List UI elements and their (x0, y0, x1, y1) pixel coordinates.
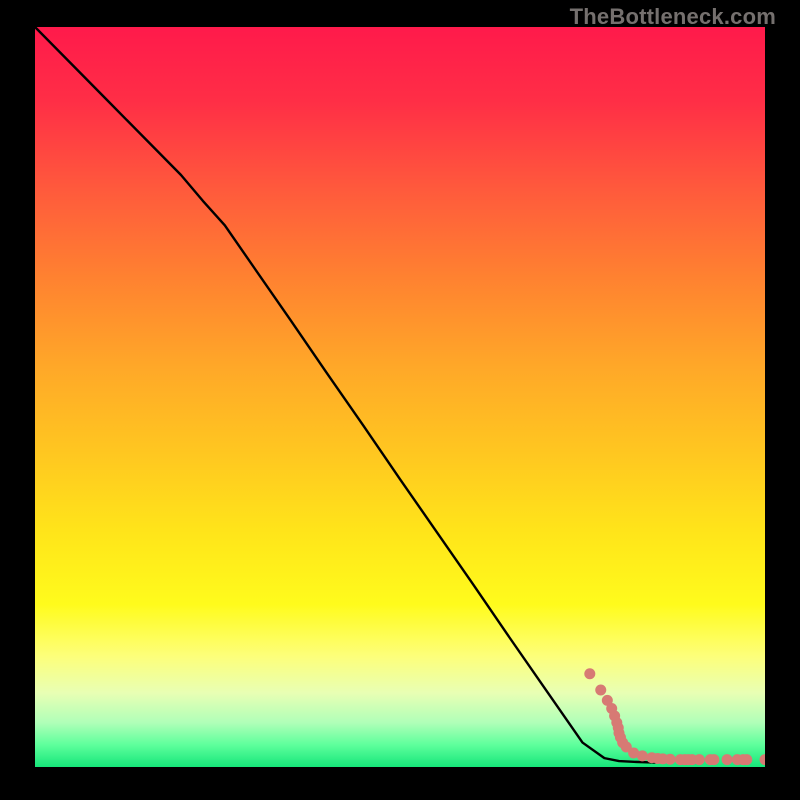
scatter-point (595, 685, 606, 696)
watermark-text: TheBottleneck.com (570, 4, 776, 30)
scatter-point (694, 754, 705, 765)
scatter-point (760, 754, 766, 765)
scatter-point (665, 754, 676, 765)
chart-frame: TheBottleneck.com (0, 0, 800, 800)
scatter-points (584, 668, 765, 765)
scatter-point (584, 668, 595, 679)
scatter-point (722, 754, 733, 765)
scatter-point (741, 754, 752, 765)
points-layer (35, 27, 765, 767)
plot-area (35, 27, 765, 767)
scatter-point (637, 750, 648, 761)
scatter-point (708, 754, 719, 765)
